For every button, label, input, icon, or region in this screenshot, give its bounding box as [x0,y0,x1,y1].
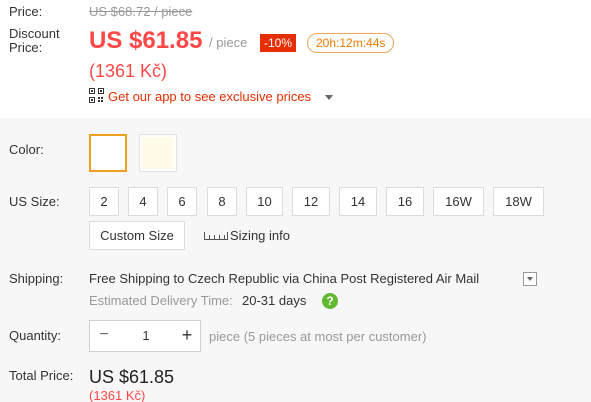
discount-price: US $61.85 [89,27,203,54]
size-option-14[interactable]: 14 [339,187,377,216]
size-label: US Size: [9,194,60,209]
total-price-label: Total Price: [9,368,74,383]
size-option-4[interactable]: 4 [128,187,158,216]
app-promo-link[interactable]: Get our app to see exclusive prices [108,89,311,104]
shipping-label: Shipping: [9,271,64,286]
estimated-delivery-value: 20-31 days [242,293,307,308]
quantity-input[interactable]: 1 [118,321,174,351]
size-option-18w[interactable]: 18W [493,187,544,216]
estimated-delivery-label: Estimated Delivery Time: [89,293,233,308]
quantity-label: Quantity: [9,328,62,343]
per-piece-unit: / piece [209,35,248,50]
size-option-12[interactable]: 12 [292,187,330,216]
discount-price-label-line1: Discount [9,26,60,41]
quantity-increment-button[interactable]: + [174,321,200,351]
help-icon[interactable]: ? [322,293,338,309]
size-option-2[interactable]: 2 [89,187,119,216]
swatch-fill [142,137,174,169]
quantity-limit-note: piece (5 pieces at most per customer) [209,329,427,344]
original-price: US $68.72 / piece [89,4,193,19]
color-label: Color: [9,142,44,157]
quantity-stepper: − 1 + [89,320,201,352]
color-swatch-beige[interactable] [139,134,177,172]
qr-code-icon[interactable] [89,88,104,103]
discount-badge: -10% [260,34,297,52]
discount-price-label-line2: Price: [9,40,43,55]
color-swatch-white[interactable] [89,134,127,172]
total-local-price: (1361 Kč) [89,388,146,402]
sizing-info-link[interactable]: Sizing info [230,228,290,243]
custom-size-button[interactable]: Custom Size [89,221,185,250]
countdown-timer: 20h:12m:44s [307,33,395,53]
local-currency-price: (1361 Kč) [89,61,168,81]
size-option-8[interactable]: 8 [207,187,237,216]
shipping-dropdown-icon[interactable] [523,272,537,286]
shipping-method[interactable]: Free Shipping to Czech Republic via Chin… [89,271,479,286]
price-label: Price: [9,4,43,19]
size-option-16[interactable]: 16 [386,187,424,216]
ruler-icon[interactable] [204,232,228,240]
size-option-10[interactable]: 10 [246,187,283,216]
quantity-decrement-button[interactable]: − [90,321,118,351]
caret-down-icon[interactable] [325,95,333,100]
size-option-16w[interactable]: 16W [433,187,484,216]
total-price: US $61.85 [89,367,175,387]
size-option-6[interactable]: 6 [167,187,197,216]
